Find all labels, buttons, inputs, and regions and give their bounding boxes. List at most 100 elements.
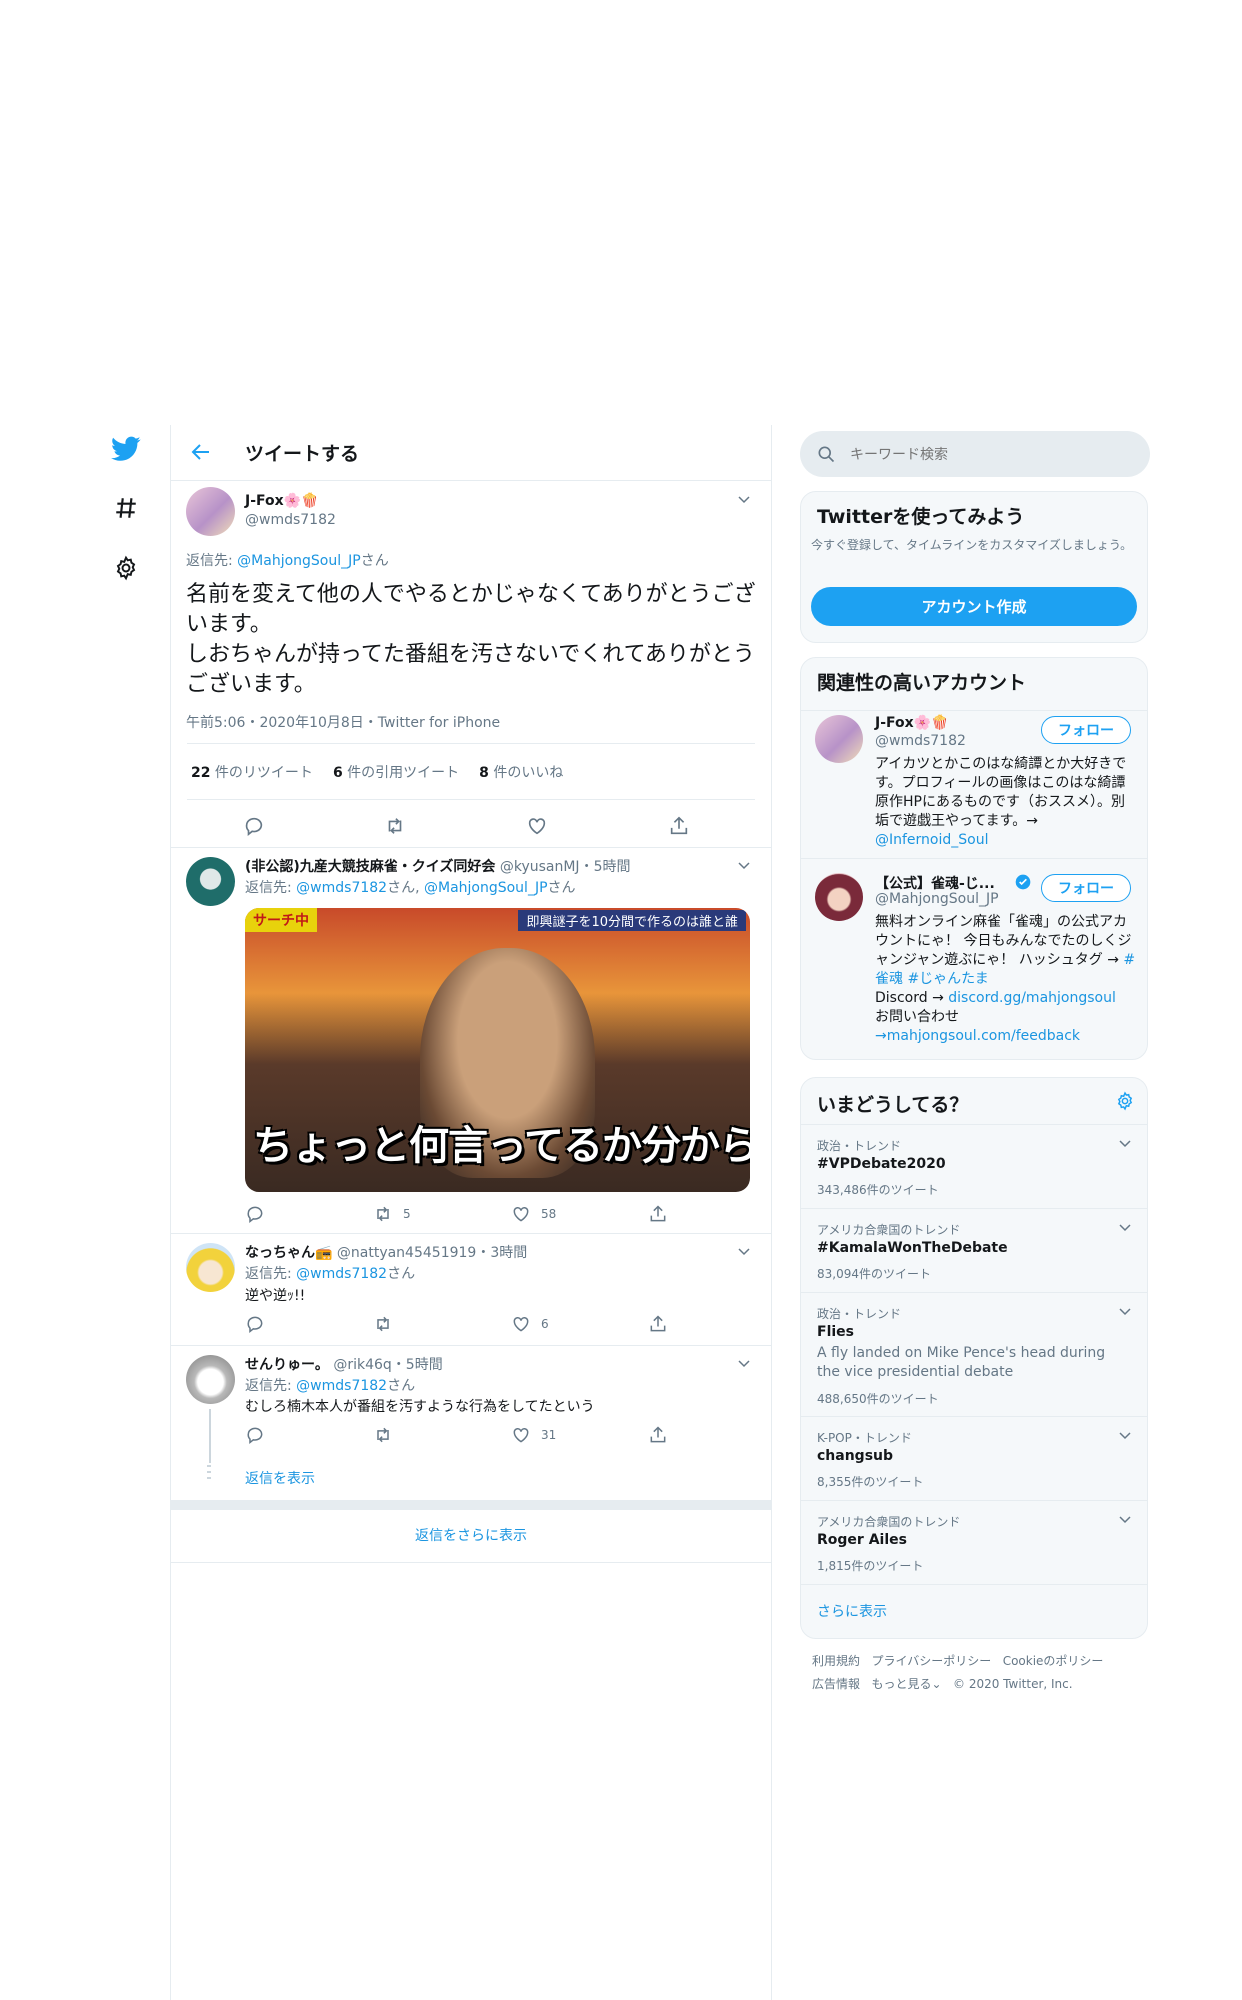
chevron-down-icon[interactable] (736, 857, 752, 877)
reply-to-link[interactable]: @wmds7182 (296, 1378, 387, 1394)
like-count: 58 (541, 1207, 557, 1221)
tweet-author-handle[interactable]: @wmds7182 (245, 512, 336, 528)
footer-terms-link[interactable]: 利用規約 (812, 1654, 860, 1668)
chevron-down-icon[interactable] (1117, 1303, 1133, 1323)
main-column: ツイートする J-Fox🌸🍿 @wmds7182 返信先: @MahjongSo… (170, 425, 772, 2000)
footer-privacy-link[interactable]: プライバシーポリシー (871, 1654, 991, 1668)
show-more-replies-link[interactable]: 返信をさらに表示 (171, 1525, 771, 1545)
trend-name: changsub (817, 1448, 894, 1464)
account-handle[interactable]: @MahjongSoul_JP (875, 891, 999, 907)
trend-item[interactable]: アメリカ合衆国のトレンド Roger Ailes 1,815件のツイート (801, 1500, 1147, 1585)
search-input[interactable] (848, 441, 1132, 469)
like-action[interactable]: 31 (511, 1425, 556, 1445)
trends-show-more-link[interactable]: さらに表示 (817, 1601, 887, 1621)
reply-author-name[interactable]: (非公認)九産大競技麻雀・クイズ同好会 (245, 859, 495, 875)
reply-to-link[interactable]: @wmds7182 (296, 880, 387, 896)
chevron-down-icon[interactable] (736, 1355, 752, 1375)
retweet-icon[interactable] (384, 815, 406, 841)
divider (187, 743, 755, 744)
settings-icon[interactable] (110, 552, 142, 584)
share-icon[interactable] (648, 1314, 668, 1338)
reply-to-link[interactable]: @MahjongSoul_JP (424, 880, 548, 896)
trend-item[interactable]: 政治・トレンド #VPDebate2020 343,486件のツイート (801, 1124, 1147, 1209)
reply-to-link[interactable]: @wmds7182 (296, 1266, 387, 1282)
trends-settings-icon[interactable] (1115, 1091, 1135, 1115)
reply-author-handle[interactable]: @nattyan45451919 (337, 1245, 476, 1261)
search-box[interactable] (800, 431, 1150, 477)
like-stat[interactable]: 8 件のいいね (479, 762, 563, 782)
retweet-action[interactable] (373, 1425, 403, 1445)
retweet-stat[interactable]: 22 件のリツイート (191, 762, 313, 782)
bio-link[interactable]: @Infernoid_Soul (875, 832, 988, 848)
share-icon[interactable] (648, 1204, 668, 1228)
retweet-action[interactable] (373, 1314, 403, 1334)
like-action[interactable]: 58 (511, 1204, 556, 1224)
chevron-down-icon[interactable] (736, 491, 752, 511)
reply-icon[interactable] (245, 1204, 265, 1228)
chevron-down-icon[interactable] (1117, 1427, 1133, 1447)
avatar[interactable] (186, 1355, 235, 1404)
share-icon[interactable] (648, 1425, 668, 1449)
reply-author-name[interactable]: なっちゃん📻 (245, 1245, 332, 1261)
like-action[interactable]: 6 (511, 1314, 549, 1334)
reply-author-handle[interactable]: @kyusanMJ (500, 859, 580, 875)
retweet-action[interactable]: 5 (373, 1204, 411, 1224)
reply-author-name[interactable]: せんりゅー。 (245, 1357, 329, 1373)
reply-icon[interactable] (245, 1425, 265, 1449)
follow-button[interactable]: フォロー (1041, 874, 1131, 902)
footer-cookie-link[interactable]: Cookieのポリシー (1003, 1654, 1104, 1668)
retweet-icon (377, 1206, 389, 1222)
account-handle[interactable]: @wmds7182 (875, 733, 966, 749)
share-icon[interactable] (668, 815, 690, 841)
page-title: ツイートする (245, 443, 360, 465)
chevron-down-icon[interactable] (1117, 1511, 1133, 1531)
reply-time[interactable]: ・5時間 (580, 859, 631, 875)
footer-more-link[interactable]: もっと見る (871, 1677, 931, 1691)
hashtag-link[interactable]: #じゃんたま (907, 971, 988, 987)
avatar[interactable] (186, 487, 235, 536)
avatar[interactable] (815, 873, 863, 921)
trend-item[interactable]: K-POP・トレンド changsub 8,355件のツイート (801, 1416, 1147, 1501)
divider (171, 1233, 771, 1234)
account-bio-text: お問い合わせ (875, 1009, 959, 1025)
tweet-timestamp[interactable]: 午前5:06・2020年10月8日・Twitter for iPhone (186, 712, 500, 732)
avatar[interactable] (186, 1243, 235, 1292)
show-replies-link[interactable]: 返信を表示 (245, 1468, 315, 1488)
like-icon[interactable] (526, 815, 548, 841)
bio-link[interactable]: discord.gg/mahjongsoul (948, 990, 1116, 1006)
reply-to-link[interactable]: @MahjongSoul_JP (237, 553, 361, 569)
trend-item[interactable]: 政治・トレンド Flies A fly landed on Mike Pence… (801, 1292, 1147, 1417)
divider (187, 799, 755, 800)
account-bio-text: Discord → (875, 990, 944, 1006)
reply-time[interactable]: ・3時間 (476, 1245, 527, 1261)
quote-stat[interactable]: 6 件の引用ツイート (333, 762, 459, 782)
avatar[interactable] (186, 857, 235, 906)
follow-button[interactable]: フォロー (1041, 716, 1131, 744)
reply-icon[interactable] (243, 815, 265, 841)
reply-context: 返信先: @wmds7182さん, @MahjongSoul_JPさん (245, 877, 576, 897)
chevron-down-icon[interactable] (1117, 1135, 1133, 1155)
tweet-image[interactable]: サーチ中 即興謎子を10分間で作るのは誰と誰 ちょっと何言ってるか分からない (245, 908, 750, 1192)
account-name[interactable]: J-Fox🌸🍿 (875, 715, 949, 731)
trend-name: Roger Ailes (817, 1532, 907, 1548)
hashtag-icon[interactable] (110, 492, 142, 524)
reply-time[interactable]: ・5時間 (392, 1357, 443, 1373)
account-name[interactable]: 【公式】雀魂-じ... (875, 873, 995, 893)
chevron-down-icon[interactable]: ⌄ (931, 1677, 941, 1691)
footer-ads-link[interactable]: 広告情報 (812, 1677, 860, 1691)
trend-name: #VPDebate2020 (817, 1156, 946, 1172)
twitter-logo-icon[interactable] (110, 433, 142, 465)
avatar[interactable] (815, 715, 863, 763)
signup-button[interactable]: アカウント作成 (811, 587, 1137, 626)
reply-icon[interactable] (245, 1314, 265, 1338)
bio-link[interactable]: →mahjongsoul.com/feedback (875, 1028, 1080, 1044)
tweet-text-line: 名前を変えて他の人でやるとかじゃなくてありがとうございます。 (186, 582, 756, 637)
back-arrow-icon[interactable] (189, 440, 213, 468)
reply-author-handle[interactable]: @rik46q (333, 1357, 391, 1373)
related-title: 関連性の高いアカウント (817, 672, 1027, 694)
trend-meta: アメリカ合衆国のトレンド (817, 1515, 961, 1529)
trend-item[interactable]: アメリカ合衆国のトレンド #KamalaWonTheDebate 83,094件… (801, 1208, 1147, 1293)
chevron-down-icon[interactable] (736, 1243, 752, 1263)
tweet-author-name[interactable]: J-Fox🌸🍿 (245, 493, 319, 509)
chevron-down-icon[interactable] (1117, 1219, 1133, 1239)
